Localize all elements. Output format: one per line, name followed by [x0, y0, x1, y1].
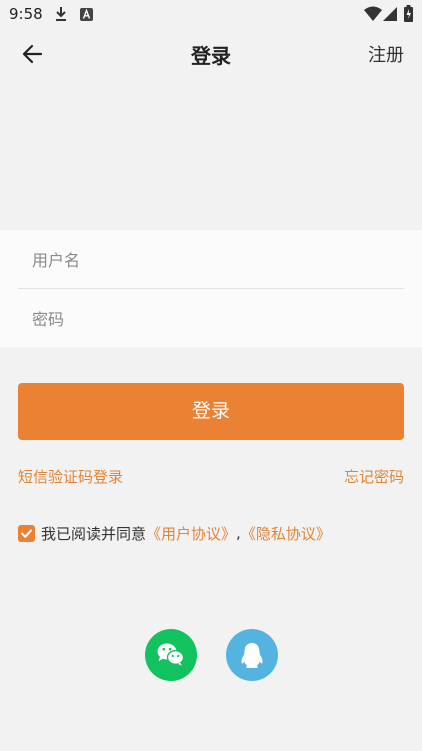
register-button[interactable]: 注册: [368, 41, 404, 67]
agreement-checkbox[interactable]: [18, 524, 35, 542]
agreement-row: 我已阅读并同意 《用户协议》 , 《隐私协议》: [18, 523, 331, 543]
nav-bar: 登录 注册: [0, 28, 422, 80]
checkmark-icon: [21, 529, 32, 538]
wifi-icon: [364, 6, 382, 21]
a-badge-icon: [80, 8, 93, 21]
privacy-policy-link[interactable]: 《隐私协议》: [241, 523, 331, 544]
status-bar: 9:58: [0, 0, 422, 28]
wechat-icon: [157, 643, 185, 666]
user-agreement-link[interactable]: 《用户协议》: [146, 523, 236, 544]
qq-icon: [241, 643, 263, 668]
password-input[interactable]: [18, 291, 404, 347]
username-input[interactable]: [18, 232, 404, 288]
status-time: 9:58: [9, 5, 43, 23]
download-icon: [56, 7, 66, 21]
field-divider: [18, 288, 404, 289]
signal-icon: [383, 7, 397, 21]
sms-login-link[interactable]: 短信验证码登录: [18, 466, 123, 487]
qq-login-button[interactable]: [226, 629, 278, 681]
battery-icon: [404, 5, 413, 22]
forgot-password-link[interactable]: 忘记密码: [344, 466, 404, 487]
login-form: [0, 230, 422, 347]
wechat-login-button[interactable]: [145, 629, 197, 681]
login-button[interactable]: 登录: [18, 383, 404, 440]
agreement-text: 我已阅读并同意: [41, 524, 147, 543]
page-title: 登录: [191, 44, 231, 68]
